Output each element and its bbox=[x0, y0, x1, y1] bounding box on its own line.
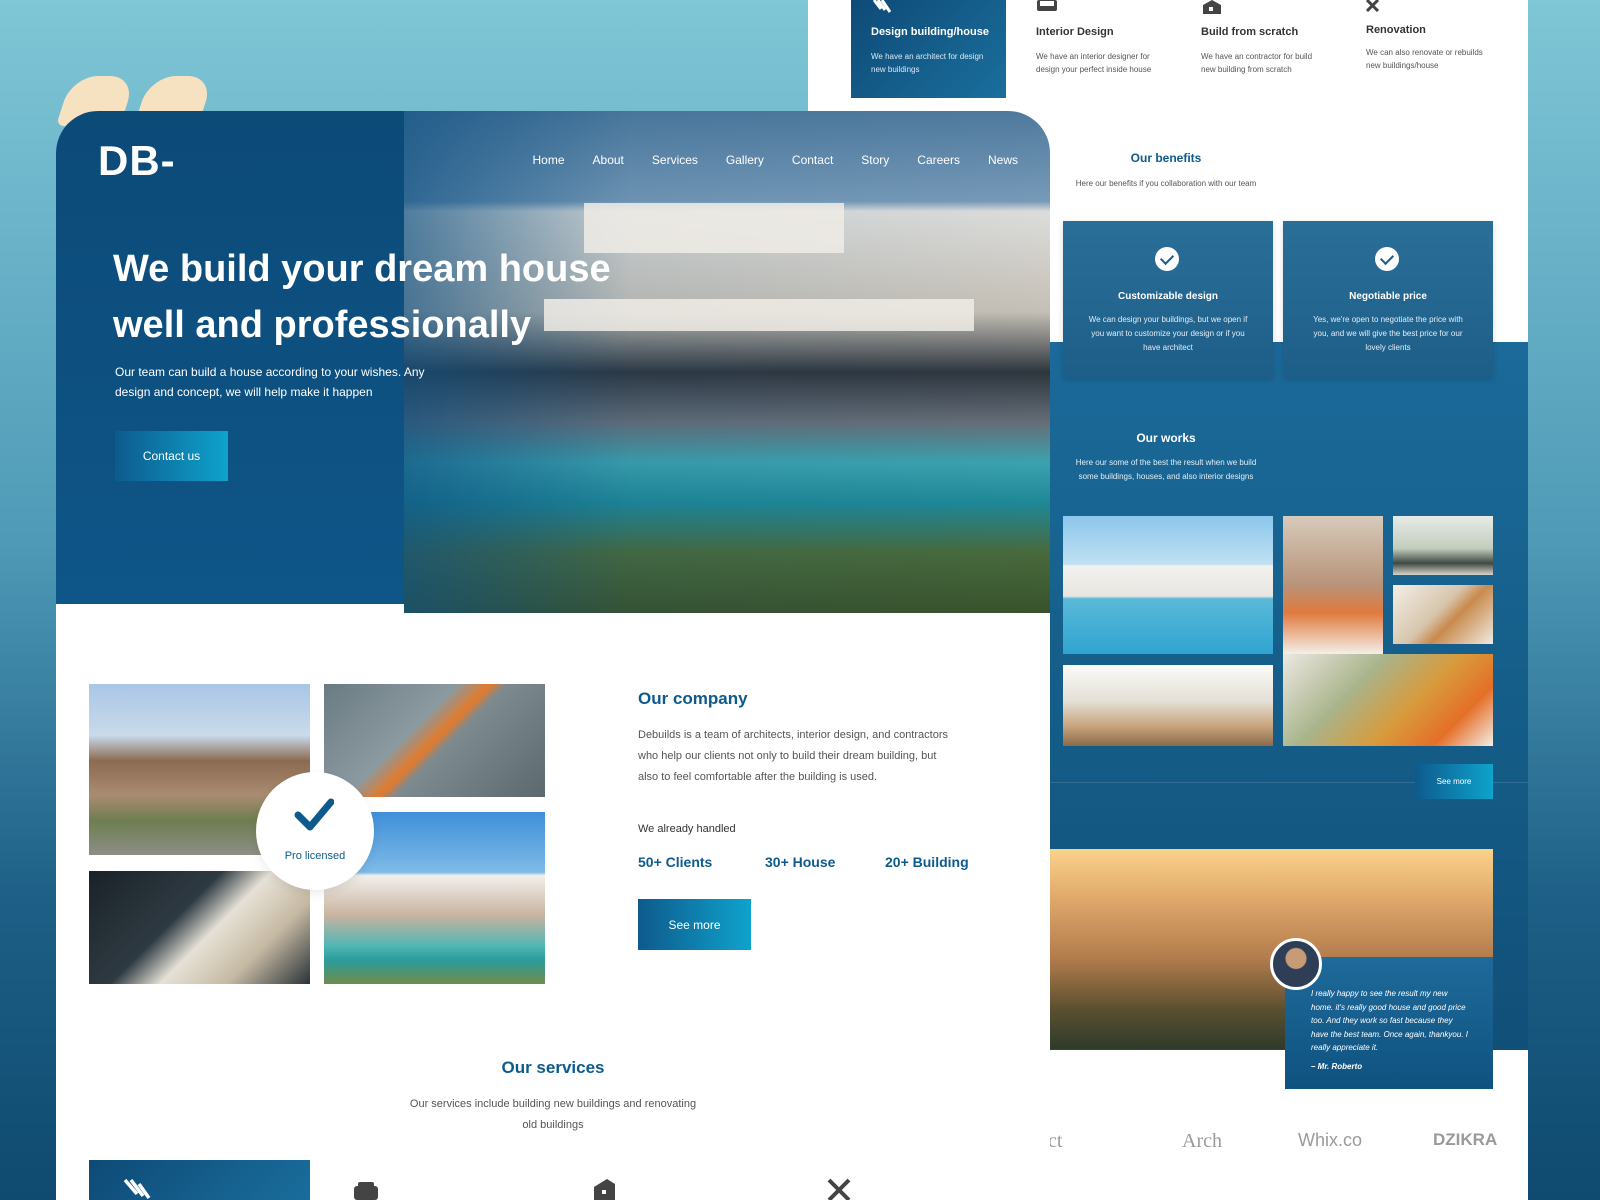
service-title: Renovation bbox=[1366, 24, 1426, 36]
sofa-icon bbox=[1037, 0, 1057, 11]
pencil-ruler-icon bbox=[123, 1178, 151, 1200]
service-title: Build from scratch bbox=[1201, 26, 1299, 38]
company-text: Debuilds is a team of architects, interi… bbox=[638, 729, 948, 783]
benefits-title: Our benefits bbox=[1130, 151, 1202, 165]
benefit-card-customizable: Customizable design We can design your b… bbox=[1063, 221, 1273, 378]
front-page-mockup: DB- Home About Services Gallery Contact … bbox=[56, 111, 1050, 1200]
building-icon bbox=[1203, 0, 1221, 14]
brand-logo[interactable]: DB- bbox=[98, 137, 176, 185]
stat-houses: 30+ House bbox=[765, 854, 836, 870]
benefit-desc: We can design your buildings, but we ope… bbox=[1088, 315, 1248, 352]
handled-label: We already handled bbox=[638, 823, 736, 835]
nav-news[interactable]: News bbox=[988, 153, 1018, 167]
service-card-design-active[interactable] bbox=[89, 1160, 310, 1200]
building-icon[interactable] bbox=[591, 1178, 617, 1200]
works-title: Our works bbox=[1136, 431, 1196, 445]
stat-clients: 50+ Clients bbox=[638, 854, 713, 870]
works-subtitle: Here our some of the best the result whe… bbox=[1075, 458, 1257, 481]
service-card-build[interactable]: Build from scratch We have an contractor… bbox=[1181, 0, 1336, 98]
testimonial-quote: I really happy to see the result my new … bbox=[1311, 989, 1468, 1052]
pro-licensed-badge: Pro licensed bbox=[256, 772, 374, 890]
benefits-subtitle: Here our benefits if you collaboration w… bbox=[1075, 179, 1257, 188]
nav-services[interactable]: Services bbox=[652, 153, 698, 167]
nav-about[interactable]: About bbox=[593, 153, 624, 167]
nav-home[interactable]: Home bbox=[533, 153, 565, 167]
partner-logo: DZIKRA bbox=[1433, 1130, 1498, 1149]
service-card-design[interactable]: Design building/house We have an archite… bbox=[851, 0, 1006, 98]
work-photo-interior[interactable] bbox=[1283, 516, 1383, 654]
benefit-card-negotiable: Negotiable price Yes, we're open to nego… bbox=[1283, 221, 1493, 378]
testimonial-author: – Mr. Roberto bbox=[1311, 1062, 1363, 1071]
company-title: Our company bbox=[638, 689, 748, 708]
benefit-desc: Yes, we're open to negotiate the price w… bbox=[1313, 315, 1463, 352]
tools-icon bbox=[1366, 0, 1380, 12]
work-photo-sofa[interactable] bbox=[1393, 585, 1493, 644]
work-photo-pool-house[interactable] bbox=[1063, 516, 1273, 654]
service-title: Design building/house bbox=[871, 26, 989, 38]
partner-logo: Whix.co bbox=[1298, 1130, 1363, 1150]
benefit-title: Negotiable price bbox=[1349, 291, 1427, 302]
service-card-interior[interactable]: Interior Design We have an interior desi… bbox=[1016, 0, 1171, 98]
work-photo-living-room[interactable] bbox=[1393, 516, 1493, 575]
sofa-icon[interactable] bbox=[353, 1178, 379, 1200]
badge-label: Pro licensed bbox=[284, 850, 346, 862]
works-see-more-button[interactable]: See more bbox=[1415, 764, 1493, 799]
service-card-renovation[interactable]: Renovation We can also renovate or rebui… bbox=[1346, 0, 1501, 98]
nav-gallery[interactable]: Gallery bbox=[726, 153, 764, 167]
main-nav: Home About Services Gallery Contact Stor… bbox=[505, 153, 1018, 167]
work-photo-kitchen[interactable] bbox=[1063, 665, 1273, 746]
check-icon bbox=[294, 798, 334, 831]
hero-house-photo bbox=[404, 111, 1050, 613]
services-subtitle: Our services include building new buildi… bbox=[409, 1098, 697, 1131]
check-icon bbox=[1375, 247, 1399, 271]
service-desc: We have an architect for design new buil… bbox=[871, 52, 984, 74]
company-photo-construction bbox=[324, 684, 545, 797]
contact-us-button[interactable]: Contact us bbox=[115, 431, 228, 481]
service-desc: We have an interior designer for design … bbox=[1036, 52, 1152, 74]
company-see-more-button[interactable]: See more bbox=[638, 899, 751, 950]
check-icon bbox=[1155, 247, 1179, 271]
pencil-ruler-icon bbox=[872, 0, 892, 13]
partner-logo: Arch bbox=[1182, 1130, 1222, 1152]
service-title: Interior Design bbox=[1036, 26, 1114, 38]
benefit-title: Customizable design bbox=[1117, 291, 1218, 302]
company-photo-architect-sketch bbox=[89, 871, 310, 984]
service-desc: We have an contractor for build new buil… bbox=[1201, 52, 1313, 74]
stat-buildings: 20+ Building bbox=[885, 854, 969, 870]
services-title: Our services bbox=[501, 1058, 605, 1077]
avatar bbox=[1270, 938, 1322, 990]
nav-story[interactable]: Story bbox=[861, 153, 889, 167]
tools-icon[interactable] bbox=[826, 1178, 852, 1200]
services-card-row: Design building/house We have an archite… bbox=[843, 0, 1503, 98]
hero-title: We build your dream house well and profe… bbox=[113, 248, 611, 346]
work-photo-lounge[interactable] bbox=[1283, 654, 1493, 746]
hero-subtitle: Our team can build a house according to … bbox=[115, 365, 425, 399]
nav-contact[interactable]: Contact bbox=[792, 153, 833, 167]
service-desc: We can also renovate or rebuilds new bui… bbox=[1366, 48, 1483, 70]
nav-careers[interactable]: Careers bbox=[917, 153, 960, 167]
